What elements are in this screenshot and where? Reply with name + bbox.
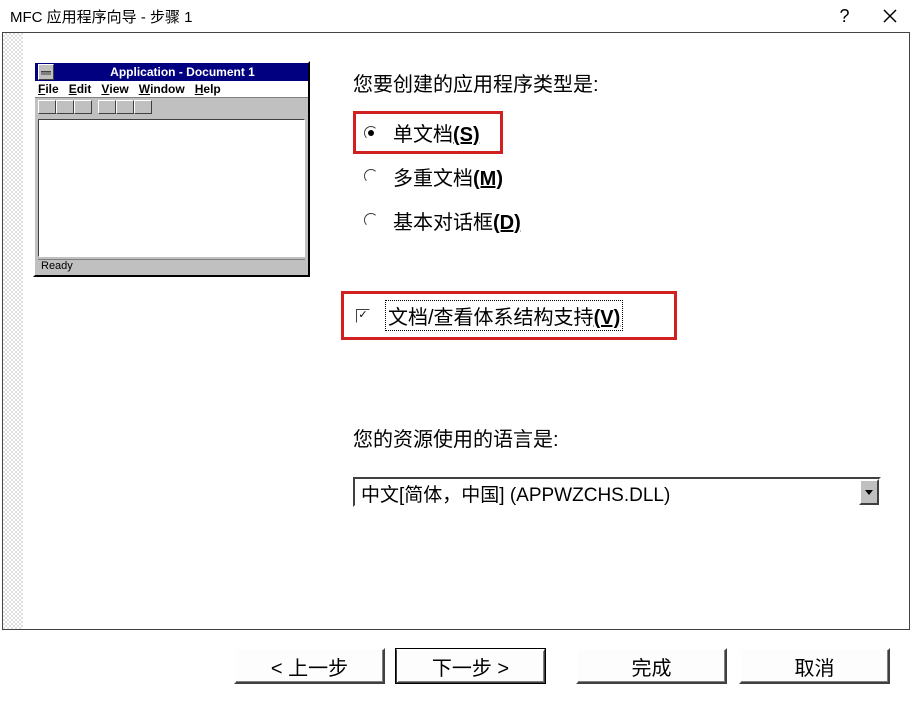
cancel-button[interactable]: 取消 — [739, 648, 890, 684]
close-button[interactable] — [867, 0, 912, 32]
finish-button[interactable]: 完成 — [576, 648, 727, 684]
radio-label: 单文档(S) — [393, 118, 480, 147]
preview-system-menu-icon — [38, 64, 54, 80]
nav-button-pair: < 上一步 下一步 > — [234, 648, 546, 684]
titlebar: MFC 应用程序向导 - 步骤 1 ? — [0, 0, 912, 32]
preview-tool-button — [38, 100, 56, 114]
next-button[interactable]: 下一步 > — [395, 648, 546, 684]
preview-tool-button — [56, 100, 74, 114]
preview-sdi-window: Application - Document 1 File Edit View … — [33, 61, 310, 277]
preview-window-title: Application - Document 1 — [57, 65, 308, 79]
preview-menubar: File Edit View Window Help — [35, 81, 308, 98]
help-icon: ? — [839, 6, 849, 27]
wizard-page: Application - Document 1 File Edit View … — [2, 32, 910, 629]
preview-client-area — [38, 119, 305, 257]
radio-single-document[interactable]: 单文档(S) — [364, 118, 492, 147]
radio-icon — [364, 169, 378, 183]
preview-tool-button — [116, 100, 134, 114]
radio-label: 基本对话框(D) — [393, 206, 521, 235]
preview-status-text: Ready — [41, 260, 73, 272]
radio-icon — [364, 126, 378, 140]
button-label: 下一步 > — [432, 652, 509, 681]
radio-icon — [364, 213, 378, 227]
radio-dialog-based[interactable]: 基本对话框(D) — [353, 198, 521, 242]
apptype-radio-group: 单文档(S) 多重文档(M) 基本对话框(D) — [353, 111, 521, 242]
preview-menu-file: File — [38, 81, 64, 97]
language-combobox[interactable]: 中文[简体，中国] (APPWZCHS.DLL) — [353, 477, 881, 507]
wizard-button-bar: < 上一步 下一步 > 完成 取消 — [2, 631, 910, 701]
button-label: < 上一步 — [271, 652, 348, 681]
button-label: 完成 — [632, 652, 672, 681]
preview-menu-edit: Edit — [69, 81, 97, 97]
preview-menu-view: View — [101, 81, 133, 97]
highlight-single-doc: 单文档(S) — [353, 111, 503, 154]
language-question-label: 您的资源使用的语言是: — [353, 423, 559, 452]
radio-multiple-documents[interactable]: 多重文档(M) — [353, 154, 521, 198]
close-icon — [883, 9, 897, 23]
highlight-docview-support: ✓ 文档/查看体系结构支持(V) — [341, 291, 677, 340]
checkbox-icon: ✓ — [356, 309, 370, 323]
left-pattern-strip — [3, 33, 23, 629]
radio-label: 多重文档(M) — [393, 162, 503, 191]
combobox-selected-text: 中文[简体，中国] (APPWZCHS.DLL) — [355, 479, 859, 505]
chevron-down-icon — [865, 490, 873, 495]
preview-menu-window: Window — [139, 81, 190, 97]
checkbox-label: 文档/查看体系结构支持(V) — [385, 300, 623, 331]
preview-tool-button — [134, 100, 152, 114]
combobox-dropdown-button[interactable] — [859, 479, 879, 505]
help-button[interactable]: ? — [822, 0, 867, 32]
preview-tool-button — [98, 100, 116, 114]
preview-toolbar — [35, 98, 308, 116]
preview-tool-button — [74, 100, 92, 114]
preview-menu-help: Help — [195, 81, 226, 97]
window-title: MFC 应用程序向导 - 步骤 1 — [10, 6, 822, 27]
button-label: 取消 — [795, 652, 835, 681]
preview-titlebar: Application - Document 1 — [35, 63, 308, 81]
apptype-question-label: 您要创建的应用程序类型是: — [353, 68, 599, 97]
back-button[interactable]: < 上一步 — [234, 648, 385, 684]
checkbox-docview-support[interactable]: ✓ 文档/查看体系结构支持(V) — [356, 300, 662, 331]
preview-status-bar: Ready — [38, 259, 305, 273]
